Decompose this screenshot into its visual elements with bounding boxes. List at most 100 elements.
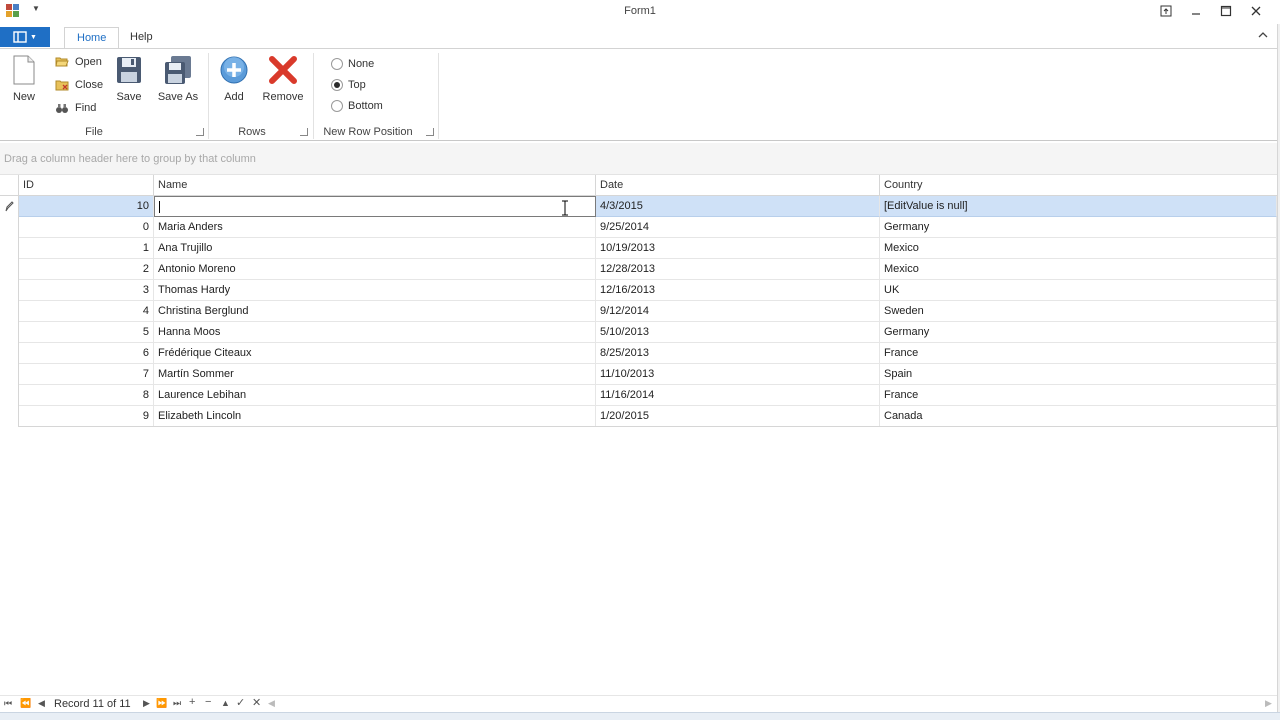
cell-country[interactable]: Canada xyxy=(880,406,1277,427)
cell-date[interactable]: 12/28/2013 xyxy=(596,259,880,280)
cell-country[interactable]: France xyxy=(880,343,1277,364)
table-row[interactable]: 9 Elizabeth Lincoln 1/20/2015 Canada xyxy=(0,406,1277,427)
cell-id[interactable]: 7 xyxy=(19,364,154,385)
scroll-left-icon[interactable]: ◀ xyxy=(268,698,275,709)
column-header-country[interactable]: Country xyxy=(880,175,1277,196)
cell-date[interactable]: 9/12/2014 xyxy=(596,301,880,322)
next-page-icon[interactable]: ⏩ xyxy=(156,698,167,709)
edit-record-icon[interactable]: ▲ xyxy=(221,698,230,708)
table-row[interactable]: 0 Maria Anders 9/25/2014 Germany xyxy=(0,217,1277,238)
save-button[interactable]: Save xyxy=(114,55,144,103)
restore-up-icon[interactable] xyxy=(1153,2,1179,20)
close-button[interactable]: Close xyxy=(55,79,103,91)
cell-name[interactable]: Antonio Moreno xyxy=(154,259,596,280)
radio-bottom[interactable]: Bottom xyxy=(331,100,383,112)
save-as-button[interactable]: Save As xyxy=(156,55,200,103)
group-by-panel[interactable]: Drag a column header here to group by th… xyxy=(0,143,1277,175)
table-row[interactable]: 1 Ana Trujillo 10/19/2013 Mexico xyxy=(0,238,1277,259)
cell-name[interactable]: Elizabeth Lincoln xyxy=(154,406,596,427)
cell-name[interactable]: Frédérique Citeaux xyxy=(154,343,596,364)
cell-date[interactable]: 1/20/2015 xyxy=(596,406,880,427)
radio-top[interactable]: Top xyxy=(331,79,366,91)
table-row[interactable]: 5 Hanna Moos 5/10/2013 Germany xyxy=(0,322,1277,343)
cell-name[interactable]: Christina Berglund xyxy=(154,301,596,322)
cell-id[interactable]: 9 xyxy=(19,406,154,427)
remove-row-button[interactable]: Remove xyxy=(262,55,304,103)
rows-dialog-launcher-icon[interactable] xyxy=(300,128,308,136)
scroll-right-icon[interactable]: ▶ xyxy=(1265,698,1272,709)
cell-country[interactable]: Mexico xyxy=(880,259,1277,280)
text-caret xyxy=(159,201,160,214)
cell-country[interactable]: Spain xyxy=(880,364,1277,385)
cell-id[interactable]: 1 xyxy=(19,238,154,259)
cell-id[interactable]: 2 xyxy=(19,259,154,280)
cell-name[interactable]: Ana Trujillo xyxy=(154,238,596,259)
column-header-date[interactable]: Date xyxy=(596,175,880,196)
table-row[interactable]: 3 Thomas Hardy 12/16/2013 UK xyxy=(0,280,1277,301)
column-header-id[interactable]: ID xyxy=(19,175,154,196)
table-row[interactable]: 4 Christina Berglund 9/12/2014 Sweden xyxy=(0,301,1277,322)
next-record-icon[interactable]: ▶ xyxy=(143,698,150,709)
maximize-icon[interactable] xyxy=(1213,2,1239,20)
cell-name[interactable]: Martín Sommer xyxy=(154,364,596,385)
last-record-icon[interactable]: ⏭ xyxy=(173,698,181,709)
tab-help[interactable]: Help xyxy=(118,27,165,49)
table-row[interactable]: 7 Martín Sommer 11/10/2013 Spain xyxy=(0,364,1277,385)
cell-date[interactable]: 8/25/2013 xyxy=(596,343,880,364)
cell-name[interactable]: Hanna Moos xyxy=(154,322,596,343)
new-row-position-dialog-launcher-icon[interactable] xyxy=(426,128,434,136)
table-row[interactable]: 2 Antonio Moreno 12/28/2013 Mexico xyxy=(0,259,1277,280)
table-row[interactable]: 6 Frédérique Citeaux 8/25/2013 France xyxy=(0,343,1277,364)
cell-date[interactable]: 4/3/2015 xyxy=(596,196,880,217)
prev-page-icon[interactable]: ⏪ xyxy=(20,698,31,709)
open-button[interactable]: Open xyxy=(55,56,102,68)
cell-id[interactable]: 3 xyxy=(19,280,154,301)
cell-country[interactable]: Mexico xyxy=(880,238,1277,259)
radio-none-label: None xyxy=(348,58,375,70)
cell-country[interactable]: Sweden xyxy=(880,301,1277,322)
find-button[interactable]: Find xyxy=(55,102,96,114)
cancel-edit-icon[interactable]: ✕ xyxy=(252,696,261,709)
append-record-icon[interactable]: + xyxy=(189,696,195,708)
cell-name-editor[interactable] xyxy=(154,196,596,217)
column-header-name[interactable]: Name xyxy=(154,175,596,196)
first-record-icon[interactable]: ⏮ xyxy=(4,698,12,709)
binoculars-icon xyxy=(56,104,68,113)
add-row-button[interactable]: Add xyxy=(219,55,249,103)
chevron-up-icon[interactable] xyxy=(1258,30,1268,42)
new-item-row[interactable]: 10 4/3/2015 [EditValue is null] xyxy=(0,196,1277,217)
cell-id[interactable]: 4 xyxy=(19,301,154,322)
cell-date[interactable]: 5/10/2013 xyxy=(596,322,880,343)
minimize-icon[interactable] xyxy=(1183,2,1209,20)
cell-id[interactable]: 8 xyxy=(19,385,154,406)
table-row[interactable]: 8 Laurence Lebihan 11/16/2014 France xyxy=(0,385,1277,406)
new-button[interactable]: New xyxy=(10,55,38,103)
cell-date[interactable]: 10/19/2013 xyxy=(596,238,880,259)
cell-date[interactable]: 11/16/2014 xyxy=(596,385,880,406)
cell-date[interactable]: 11/10/2013 xyxy=(596,364,880,385)
radio-none[interactable]: None xyxy=(331,58,374,70)
cell-country[interactable]: [EditValue is null] xyxy=(880,196,1277,217)
cell-id[interactable]: 10 xyxy=(19,196,154,217)
cell-date[interactable]: 9/25/2014 xyxy=(596,217,880,238)
cell-country[interactable]: Germany xyxy=(880,217,1277,238)
cell-id[interactable]: 0 xyxy=(19,217,154,238)
end-edit-check-icon[interactable]: ✓ xyxy=(236,696,245,709)
cell-id[interactable]: 5 xyxy=(19,322,154,343)
cell-name[interactable]: Laurence Lebihan xyxy=(154,385,596,406)
cell-id[interactable]: 6 xyxy=(19,343,154,364)
cell-name[interactable]: Maria Anders xyxy=(154,217,596,238)
radio-unchecked-icon xyxy=(331,100,343,112)
app-menu-icon xyxy=(13,31,27,43)
close-icon[interactable] xyxy=(1243,2,1269,20)
tab-home[interactable]: Home xyxy=(64,27,120,50)
cell-country[interactable]: Germany xyxy=(880,322,1277,343)
prev-record-icon[interactable]: ◀ xyxy=(38,698,45,709)
cell-country[interactable]: France xyxy=(880,385,1277,406)
application-menu-button[interactable]: ▼ xyxy=(0,27,50,47)
cell-name[interactable]: Thomas Hardy xyxy=(154,280,596,301)
cell-date[interactable]: 12/16/2013 xyxy=(596,280,880,301)
cell-country[interactable]: UK xyxy=(880,280,1277,301)
file-dialog-launcher-icon[interactable] xyxy=(196,128,204,136)
remove-record-icon[interactable]: − xyxy=(205,696,211,708)
